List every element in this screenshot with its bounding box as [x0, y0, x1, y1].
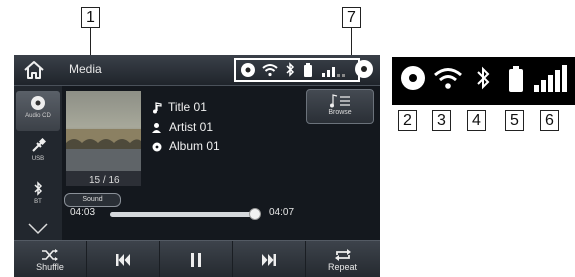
total-time: 04:07	[269, 207, 295, 218]
transport-controls: Shuffle Repeat	[14, 240, 380, 277]
repeat-label: Repeat	[327, 262, 358, 272]
signal-strength-icon	[322, 62, 352, 83]
previous-icon	[116, 254, 130, 266]
artist-icon	[152, 122, 161, 133]
source-usb[interactable]: USB	[16, 134, 60, 174]
artist-row: Artist 01	[152, 120, 213, 134]
progress-fill	[110, 212, 256, 217]
source-label: Audio CD	[25, 113, 51, 119]
disc-icon	[31, 96, 45, 110]
source-sidebar: Audio CD USB BT	[14, 86, 62, 240]
status-bar: Media	[14, 55, 380, 86]
disc-icon	[355, 60, 373, 78]
elapsed-time: 04:03	[70, 207, 96, 218]
progress-knob[interactable]	[249, 208, 262, 220]
callout-7: 7	[342, 7, 361, 28]
repeat-button[interactable]: Repeat	[306, 241, 379, 277]
callout-1: 1	[81, 7, 100, 28]
bluetooth-status-icon	[284, 62, 296, 83]
source-label: BT	[34, 199, 42, 205]
callout-6: 6	[540, 110, 559, 131]
callout-5: 5	[505, 110, 524, 131]
shuffle-label: Shuffle	[36, 262, 64, 272]
disc-status-icon-large	[400, 65, 426, 96]
next-track-button[interactable]	[233, 241, 306, 277]
progress-bar[interactable]	[110, 208, 262, 220]
signal-strength-icon-large	[534, 65, 570, 98]
next-icon	[262, 254, 276, 266]
wifi-icon	[261, 62, 279, 83]
music-note-icon	[153, 102, 162, 114]
shuffle-icon	[42, 249, 58, 261]
track-position: 15 / 16	[89, 175, 120, 186]
source-label: USB	[31, 156, 45, 162]
home-button[interactable]	[20, 59, 48, 81]
sound-button[interactable]: Sound	[64, 193, 121, 207]
status-icon-legend	[392, 57, 575, 105]
artist-name: Artist 01	[169, 120, 214, 134]
source-bt[interactable]: BT	[16, 177, 60, 217]
previous-track-button[interactable]	[87, 241, 160, 277]
album-art	[66, 91, 141, 186]
track-title-row: Title 01	[152, 100, 207, 114]
head-unit-screen: Media Audio CD USB BT 15 / 16 Sound Titl…	[14, 55, 380, 277]
disc-status-icon	[240, 62, 256, 83]
callout-4: 4	[467, 110, 486, 131]
callout-3: 3	[432, 110, 451, 131]
scroll-down-button[interactable]	[28, 222, 48, 240]
home-icon	[24, 61, 44, 79]
bluetooth-icon-large	[474, 65, 492, 98]
repeat-icon	[334, 249, 351, 261]
usb-icon	[32, 138, 46, 152]
wifi-icon-large	[433, 65, 463, 96]
browse-label: Browse	[328, 109, 352, 116]
pause-icon	[191, 253, 201, 267]
battery-icon-large	[508, 65, 524, 98]
album-name: Album 01	[169, 139, 220, 153]
browse-button[interactable]: Browse	[306, 89, 374, 124]
album-icon	[152, 142, 162, 152]
status-icons-group	[234, 58, 360, 82]
shuffle-button[interactable]: Shuffle	[14, 241, 87, 277]
album-row: Album 01	[152, 139, 220, 153]
track-title: Title 01	[168, 100, 207, 114]
page-title: Media	[69, 62, 102, 76]
callout-2: 2	[398, 110, 417, 131]
bluetooth-icon	[34, 181, 43, 196]
chevron-down-icon	[28, 223, 48, 235]
pause-button[interactable]	[160, 241, 233, 277]
playlist-icon	[330, 94, 350, 108]
battery-icon	[303, 62, 313, 83]
source-audio-cd[interactable]: Audio CD	[16, 91, 60, 131]
disc-eject-button[interactable]	[354, 59, 374, 84]
